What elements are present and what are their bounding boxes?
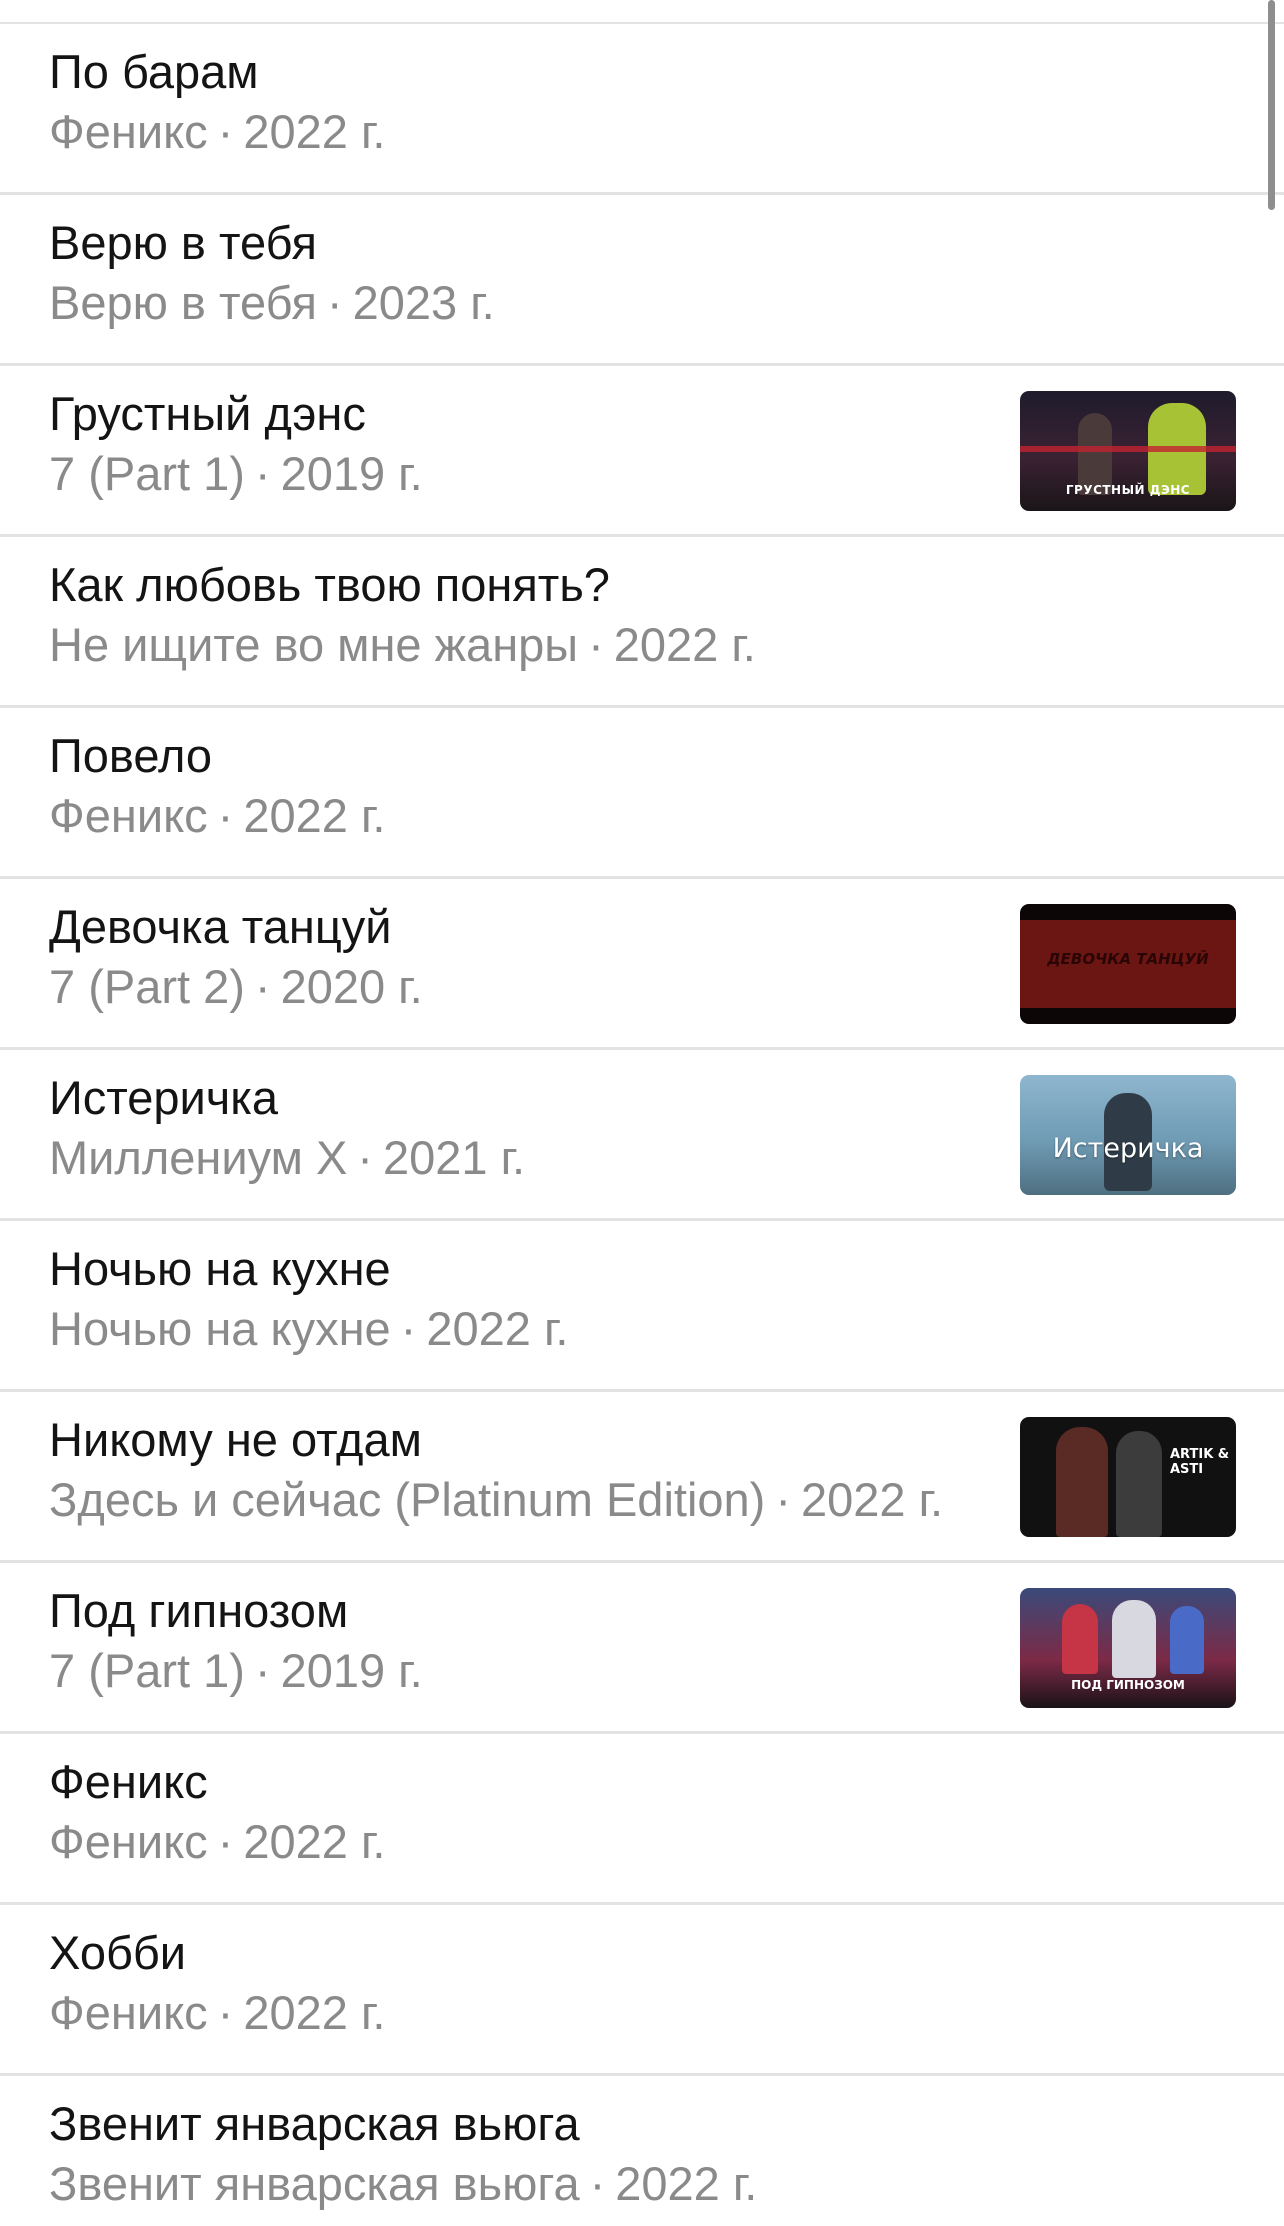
album-name: Феникс [49, 789, 208, 842]
song-row[interactable]: Феникс Феникс · 2022 г. [0, 1734, 1284, 1905]
separator: · [775, 1473, 791, 1526]
separator: · [357, 1131, 373, 1184]
song-row[interactable]: Хобби Феникс · 2022 г. [0, 1905, 1284, 2076]
album-name: Ночью на кухне [49, 1302, 391, 1355]
release-year: 2022 г. [426, 1302, 569, 1355]
release-year: 2021 г. [382, 1131, 526, 1184]
release-year: 2022 г. [243, 789, 386, 842]
song-subtitle: 7 (Part 2) · 2020 г. [49, 958, 1013, 1016]
album-name: Верю в тебя [49, 276, 317, 329]
song-subtitle: 7 (Part 1) · 2019 г. [49, 445, 1013, 503]
separator: · [326, 276, 343, 329]
separator: · [217, 1986, 234, 2039]
song-row[interactable]: Грустный дэнс 7 (Part 1) · 2019 г. ГРУСТНЫ… [0, 366, 1284, 537]
performer-figure [1170, 1606, 1204, 1674]
video-thumbnail[interactable]: ARTIK & ASTI [1020, 1417, 1236, 1537]
release-year: 2022 г. [243, 1986, 386, 2039]
video-thumbnail[interactable]: ДЕВОЧКА ТАНЦУЙ [1020, 904, 1236, 1024]
song-row[interactable]: Звенит январская вьюга Звенит январская … [0, 2076, 1284, 2226]
separator: · [217, 789, 234, 842]
performer-figure [1116, 1431, 1162, 1537]
album-name: Феникс [49, 105, 208, 158]
album-name: 7 (Part 1) [49, 1644, 245, 1697]
release-year: 2022 г. [243, 1815, 386, 1868]
song-subtitle: 7 (Part 1) · 2019 г. [49, 1642, 1013, 1700]
release-year: 2022 г. [615, 2157, 758, 2210]
song-subtitle: Здесь и сейчас (Platinum Edition) · 2022 г… [49, 1471, 1013, 1529]
song-row[interactable]: Как любовь твою понять? Не ищите во мне … [0, 537, 1284, 708]
performer-figure [1062, 1604, 1098, 1674]
release-year: 2019 г. [280, 447, 423, 500]
song-subtitle: Феникс · 2022 г. [49, 1984, 1199, 2042]
album-name: 7 (Part 1) [49, 447, 245, 500]
song-subtitle: Феникс · 2022 г. [49, 1813, 1199, 1871]
song-title: Девочка танцуй [49, 900, 392, 953]
thumbnail-caption: ПОД ГИПНОЗОМ [1071, 1678, 1185, 1692]
song-list: По барам Феникс · 2022 г. Верю в тебя Верю… [0, 24, 1284, 2226]
song-list-screen: По барам Феникс · 2022 г. Верю в тебя Верю… [0, 0, 1284, 2226]
song-title: Истеричка [49, 1071, 279, 1124]
song-subtitle: Миллениум X · 2021 г. [49, 1129, 1013, 1187]
thumbnail-caption: ARTIK & ASTI [1170, 1447, 1230, 1477]
thumbnail-caption: Истеричка [1052, 1133, 1204, 1164]
separator: · [217, 1815, 234, 1868]
song-row[interactable]: Ночью на кухне Ночью на кухне · 2022 г. [0, 1221, 1284, 1392]
release-year: 2022 г. [800, 1473, 944, 1526]
song-title: Звенит январская вьюга [49, 2097, 580, 2150]
song-subtitle: Не ищите во мне жанры · 2022 г. [49, 616, 1199, 674]
scrollbar[interactable] [1268, 0, 1275, 210]
album-name: Феникс [49, 1815, 208, 1868]
release-year: 2019 г. [280, 1644, 423, 1697]
separator: · [254, 447, 271, 500]
performer-figure [1056, 1427, 1108, 1537]
song-row[interactable]: Никому не отдам Здесь и сейчас (Platinum… [0, 1392, 1284, 1563]
album-name: Феникс [49, 1986, 208, 2039]
song-title: Никому не отдам [49, 1413, 422, 1466]
song-title: Под гипнозом [49, 1584, 349, 1637]
song-subtitle: Верю в тебя · 2023 г. [49, 274, 1199, 332]
stage-light [1020, 446, 1236, 452]
song-row[interactable]: Верю в тебя Верю в тебя · 2023 г. [0, 195, 1284, 366]
song-title: Как любовь твою понять? [49, 558, 610, 611]
song-subtitle: Феникс · 2022 г. [49, 787, 1199, 845]
song-row[interactable]: Под гипнозом 7 (Part 1) · 2019 г. ПОД ГИПН… [0, 1563, 1284, 1734]
song-subtitle: Звенит январская вьюга · 2022 г. [49, 2155, 1199, 2213]
release-year: 2020 г. [280, 960, 423, 1013]
thumbnail-caption: ДЕВОЧКА ТАНЦУЙ [1047, 950, 1209, 968]
thumbnail-caption: ГРУСТНЫЙ ДЭНС [1065, 483, 1191, 497]
song-title: Хобби [49, 1926, 187, 1979]
separator: · [217, 105, 234, 158]
song-row[interactable]: Девочка танцуй 7 (Part 2) · 2020 г. ДЕВОЧК… [0, 879, 1284, 1050]
separator: · [254, 1644, 271, 1697]
separator: · [588, 618, 604, 671]
song-title: Феникс [49, 1755, 208, 1808]
album-name: Не ищите во мне жанры [49, 618, 579, 671]
video-thumbnail[interactable]: ПОД ГИПНОЗОМ [1020, 1588, 1236, 1708]
song-subtitle: Феникс · 2022 г. [49, 103, 1199, 161]
album-name: Звенит январская вьюга [49, 2157, 580, 2210]
release-year: 2023 г. [352, 276, 495, 329]
release-year: 2022 г. [613, 618, 756, 671]
song-row[interactable]: По барам Феникс · 2022 г. [0, 24, 1284, 195]
release-year: 2022 г. [243, 105, 386, 158]
song-title: Повело [49, 729, 213, 782]
performer-figure [1112, 1600, 1156, 1678]
separator: · [400, 1302, 417, 1355]
separator: · [589, 2157, 606, 2210]
song-subtitle: Ночью на кухне · 2022 г. [49, 1300, 1199, 1358]
song-title: Грустный дэнс [49, 387, 366, 440]
album-name: 7 (Part 2) [49, 960, 245, 1013]
separator: · [254, 960, 271, 1013]
video-thumbnail[interactable]: Истеричка [1020, 1075, 1236, 1195]
song-title: Ночью на кухне [49, 1242, 391, 1295]
song-row[interactable]: Повело Феникс · 2022 г. [0, 708, 1284, 879]
album-name: Здесь и сейчас (Platinum Edition) [49, 1473, 766, 1526]
song-title: Верю в тебя [49, 216, 317, 269]
album-name: Миллениум X [49, 1131, 348, 1184]
video-thumbnail[interactable]: ГРУСТНЫЙ ДЭНС [1020, 391, 1236, 511]
song-row[interactable]: Истеричка Миллениум X · 2021 г. Истеричка [0, 1050, 1284, 1221]
song-title: По барам [49, 45, 259, 98]
